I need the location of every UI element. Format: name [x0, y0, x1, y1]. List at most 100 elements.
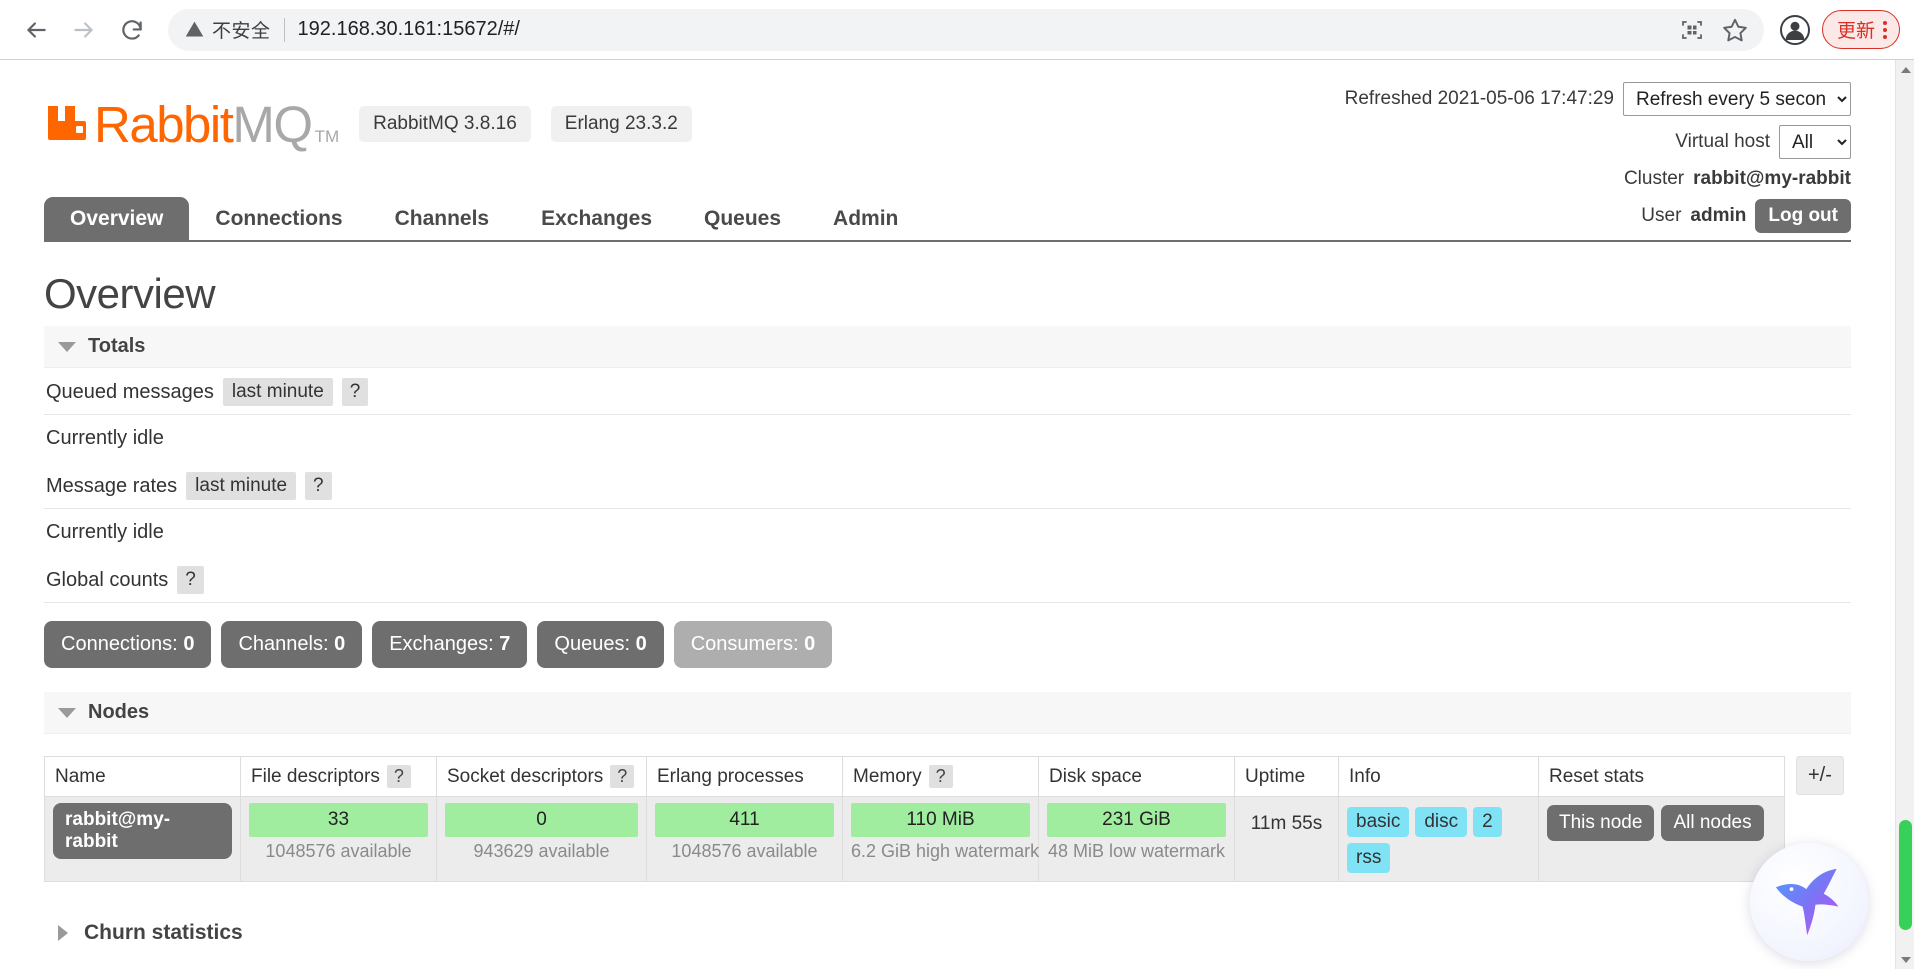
info-tag-disc[interactable]: disc: [1415, 807, 1468, 837]
logo-tm-text: TM: [314, 127, 340, 146]
bookmark-star-icon[interactable]: [1722, 17, 1748, 43]
vhost-label: Virtual host: [1675, 131, 1770, 152]
page-viewport: Rabbit MQ TM RabbitMQ 3.8.16 Erlang 23.3…: [0, 60, 1914, 969]
qr-code-icon[interactable]: [1680, 18, 1704, 42]
rabbitmq-logo[interactable]: Rabbit MQ TM: [44, 98, 339, 150]
col-disk-space[interactable]: Disk space: [1038, 756, 1235, 797]
memory-help-icon[interactable]: ?: [928, 765, 953, 788]
col-erlang-processes[interactable]: Erlang processes: [646, 756, 843, 797]
queues-count-button[interactable]: Queues: 0: [537, 621, 664, 668]
logout-button[interactable]: Log out: [1755, 199, 1851, 233]
reset-this-node-button[interactable]: This node: [1547, 805, 1655, 841]
col-name[interactable]: Name: [44, 756, 241, 797]
reset-all-nodes-button[interactable]: All nodes: [1661, 805, 1764, 841]
tab-channels[interactable]: Channels: [369, 197, 516, 240]
cell-socket-descriptors: 0 943629 available: [436, 796, 647, 882]
security-status-text: 不安全: [212, 21, 271, 42]
toggle-columns-button[interactable]: +/-: [1796, 756, 1844, 795]
table-row: rabbit@my-rabbit 33 1048576 available 0 …: [44, 796, 1785, 882]
vhost-row: Virtual host All: [1345, 125, 1851, 159]
scrollbar-thumb[interactable]: [1899, 820, 1912, 930]
consumers-count-label: Consumers:: [690, 633, 799, 655]
col-uptime[interactable]: Uptime: [1234, 756, 1339, 797]
col-socket-descriptors[interactable]: Socket descriptors ?: [436, 756, 647, 797]
page-content: Rabbit MQ TM RabbitMQ 3.8.16 Erlang 23.3…: [0, 60, 1895, 969]
global-counts-buttons: Connections: 0 Channels: 0 Exchanges: 7 …: [44, 603, 1851, 674]
erlang-processes-value: 411: [655, 803, 834, 837]
chevron-down-icon: [58, 707, 76, 718]
message-rates-label: Message rates: [46, 474, 178, 497]
update-button[interactable]: 更新: [1821, 10, 1900, 49]
message-rates-row: Message rates last minute ?: [44, 462, 1851, 509]
socket-descriptors-sub: 943629 available: [473, 841, 610, 861]
reload-button[interactable]: [110, 8, 154, 52]
memory-sub: 6.2 GiB high watermark: [851, 841, 1040, 861]
global-counts-help-icon[interactable]: ?: [177, 566, 204, 594]
col-memory[interactable]: Memory ?: [842, 756, 1039, 797]
disk-space-sub: 48 MiB low watermark: [1047, 841, 1226, 861]
header-right-panel: Refreshed 2021-05-06 17:47:29 Refresh ev…: [1345, 82, 1851, 242]
tab-overview[interactable]: Overview: [44, 197, 190, 240]
socket-descriptors-value: 0: [445, 803, 638, 837]
info-tag-rss[interactable]: rss: [1347, 843, 1391, 873]
ports-and-contexts-section[interactable]: Ports and contexts: [44, 958, 1851, 969]
consumers-count-button[interactable]: Consumers: 0: [673, 621, 833, 668]
hummingbird-icon: [1775, 868, 1839, 936]
connections-count-button[interactable]: Connections: 0: [44, 621, 212, 668]
info-tag-basic[interactable]: basic: [1347, 807, 1410, 837]
message-rates-help-icon[interactable]: ?: [305, 472, 332, 500]
scroll-down-button[interactable]: [1896, 950, 1914, 969]
back-button[interactable]: [14, 8, 58, 52]
refresh-interval-select[interactable]: Refresh every 5 seconds: [1623, 82, 1851, 116]
url-text: 192.168.30.161:15672/#/: [297, 18, 520, 40]
socket-descriptors-help-icon[interactable]: ?: [610, 765, 635, 788]
tab-queues[interactable]: Queues: [678, 197, 807, 240]
queued-messages-help-icon[interactable]: ?: [341, 378, 369, 406]
browser-toolbar: 不安全 192.168.30.161:15672/#/ 更新: [0, 0, 1914, 60]
churn-statistics-section[interactable]: Churn statistics: [44, 908, 1851, 958]
queued-messages-period-chip[interactable]: last minute: [222, 378, 333, 406]
scroll-up-button[interactable]: [1896, 60, 1914, 79]
rabbitmq-logo-icon: [44, 98, 88, 150]
totals-section-header[interactable]: Totals: [44, 326, 1851, 368]
file-descriptors-sub: 1048576 available: [265, 841, 412, 861]
forward-button[interactable]: [62, 8, 106, 52]
profile-avatar-icon[interactable]: [1778, 13, 1812, 47]
churn-statistics-label: Churn statistics: [84, 921, 243, 944]
forward-arrow-icon: [74, 21, 93, 38]
vhost-select[interactable]: All: [1779, 125, 1851, 159]
channels-count-button[interactable]: Channels: 0: [221, 621, 363, 668]
tab-connections[interactable]: Connections: [189, 197, 368, 240]
address-bar[interactable]: 不安全 192.168.30.161:15672/#/: [168, 8, 1764, 51]
tab-admin[interactable]: Admin: [807, 197, 924, 240]
channels-count-label: Channels:: [238, 633, 329, 655]
memory-value: 110 MiB: [851, 803, 1030, 837]
browser-right-controls: 更新: [1774, 10, 1900, 49]
cluster-label: Cluster: [1623, 168, 1685, 189]
refresh-row: Refreshed 2021-05-06 17:47:29 Refresh ev…: [1345, 82, 1851, 116]
chevron-right-icon: [58, 925, 68, 941]
cluster-row: Cluster rabbit@my-rabbit: [1345, 168, 1851, 190]
connections-count-value: 0: [183, 633, 195, 655]
nodes-section-label: Nodes: [88, 701, 150, 723]
chrome-menu-icon[interactable]: [1881, 20, 1889, 39]
global-counts-row: Global counts ?: [44, 556, 1851, 603]
tab-exchanges[interactable]: Exchanges: [515, 197, 678, 240]
info-tag-count[interactable]: 2: [1473, 807, 1502, 837]
node-name-link[interactable]: rabbit@my-rabbit: [53, 803, 232, 859]
col-reset-stats[interactable]: Reset stats: [1538, 756, 1785, 797]
exchanges-count-label: Exchanges:: [389, 633, 494, 655]
col-file-descriptors[interactable]: File descriptors ?: [240, 756, 437, 797]
col-info[interactable]: Info: [1338, 756, 1539, 797]
page-scrollbar[interactable]: [1895, 60, 1914, 969]
assistant-widget[interactable]: [1750, 843, 1868, 961]
message-rates-period-chip[interactable]: last minute: [186, 472, 297, 500]
cell-reset-stats: This node All nodes: [1538, 796, 1785, 882]
global-counts-label: Global counts: [46, 568, 169, 591]
queued-messages-row: Queued messages last minute ?: [44, 368, 1851, 415]
file-descriptors-help-icon[interactable]: ?: [386, 765, 411, 788]
exchanges-count-button[interactable]: Exchanges: 7: [372, 621, 528, 668]
nodes-section-header[interactable]: Nodes: [44, 692, 1851, 734]
back-arrow-icon: [27, 21, 46, 38]
reload-icon: [122, 19, 142, 40]
